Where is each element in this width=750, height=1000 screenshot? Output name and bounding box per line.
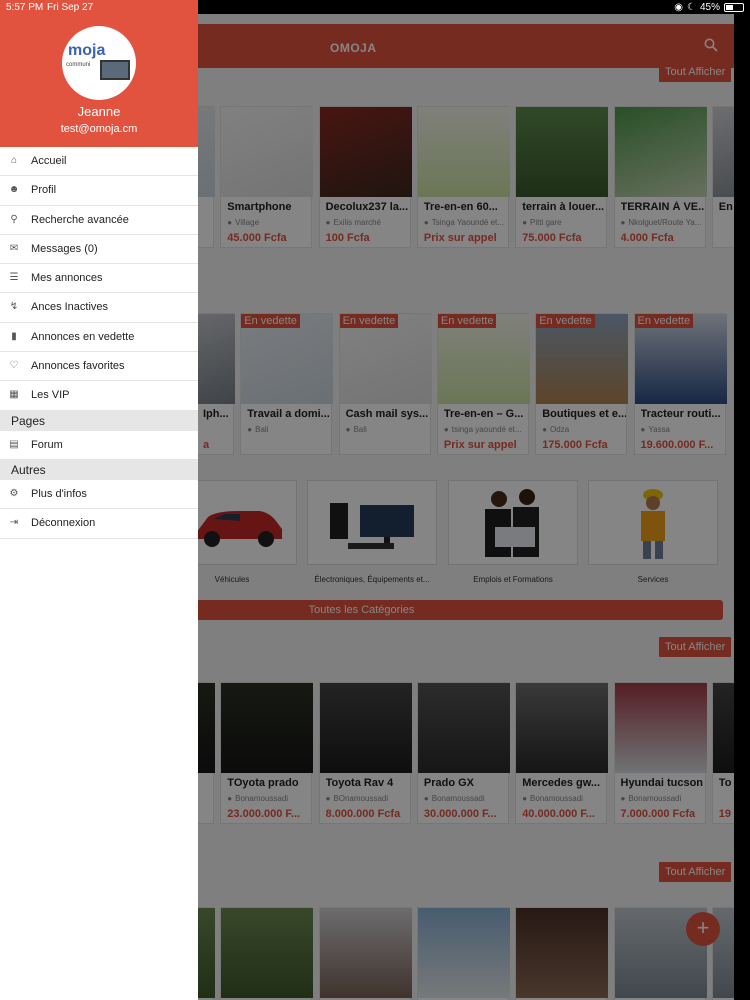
forum-icon: ▤ <box>9 438 19 450</box>
logout-icon: ⇥ <box>9 517 19 529</box>
home-icon: ⌂ <box>10 155 18 166</box>
menu-label: Annonces en vedette <box>31 330 135 343</box>
drawer-header: moja communi Jeanne test@omoja.cm <box>0 0 198 147</box>
tablet-image <box>100 60 130 80</box>
user-icon: ☻ <box>8 184 20 196</box>
menu-label: Recherche avancée <box>31 213 129 226</box>
user-name: Jeanne <box>77 104 121 119</box>
menu-item-vedette[interactable]: ▮ Annonces en vedette <box>0 323 198 353</box>
menu-label: Profil <box>31 184 57 197</box>
menu-item-deconnexion[interactable]: ⇥ Déconnexion <box>0 509 198 539</box>
list-icon: ☰ <box>9 272 19 284</box>
status-bar: 5:57 PM Fri Sep 27 ◉ ☾ 45% <box>0 0 750 14</box>
bolt-icon: ↯ <box>9 301 19 313</box>
status-time: 5:57 PM <box>6 2 44 13</box>
menu-label: Plus d'infos <box>31 487 87 500</box>
section-header-autres: Autres <box>0 459 198 480</box>
menu-label: Mes annonces <box>31 272 103 285</box>
user-email: test@omoja.cm <box>60 123 138 135</box>
menu-item-plus-infos[interactable]: ⚙ Plus d'infos <box>0 480 198 510</box>
bookmark-icon: ▮ <box>11 330 17 342</box>
menu-label: Ances Inactives <box>31 301 109 314</box>
section-header-pages: Pages <box>0 410 198 431</box>
omoja-logo: moja <box>68 42 106 59</box>
menu-item-profil[interactable]: ☻ Profil <box>0 176 198 206</box>
status-right: ◉ ☾ 45% <box>674 2 744 13</box>
battery-icon <box>724 3 744 12</box>
menu-item-inactives[interactable]: ↯ Ances Inactives <box>0 293 198 323</box>
menu-item-forum[interactable]: ▤ Forum <box>0 431 198 460</box>
menu-item-accueil[interactable]: ⌂ Accueil <box>0 147 198 177</box>
screen: 5:57 PM Fri Sep 27 ◉ ☾ 45% OMOJA Tout Af… <box>0 0 750 1000</box>
navigation-drawer: moja communi Jeanne test@omoja.cm ⌂ Accu… <box>0 0 198 1000</box>
menu-item-recherche[interactable]: ⚲ Recherche avancée <box>0 206 198 235</box>
menu-label: Accueil <box>31 155 67 167</box>
menu-label: Annonces favorites <box>31 360 125 373</box>
menu-item-mes-annonces[interactable]: ☰ Mes annonces <box>0 264 198 294</box>
heart-icon: ♡ <box>9 360 19 372</box>
battery-percent: 45% <box>699 2 720 13</box>
moon-icon: ☾ <box>687 2 696 13</box>
menu-item-favorites[interactable]: ♡ Annonces favorites <box>0 352 198 382</box>
logo-tagline: communi <box>66 62 91 68</box>
wifi-icon: ◉ <box>674 2 684 13</box>
menu-item-vip[interactable]: ▦ Les VIP <box>0 381 198 411</box>
search-icon: ⚲ <box>10 213 18 225</box>
menu-label: Les VIP <box>31 389 70 402</box>
avatar[interactable]: moja communi <box>62 26 136 100</box>
menu-label: Messages (0) <box>31 242 98 255</box>
building-icon: ▦ <box>9 389 19 401</box>
drawer-menu: ⌂ Accueil ☻ Profil ⚲ Recherche avancée ✉… <box>0 147 198 539</box>
menu-label: Déconnexion <box>31 517 96 530</box>
mail-icon: ✉ <box>9 242 19 254</box>
gear-icon: ⚙ <box>9 487 19 499</box>
menu-item-messages[interactable]: ✉ Messages (0) <box>0 235 198 265</box>
menu-label: Forum <box>31 438 63 451</box>
status-date: Fri Sep 27 <box>47 2 94 13</box>
